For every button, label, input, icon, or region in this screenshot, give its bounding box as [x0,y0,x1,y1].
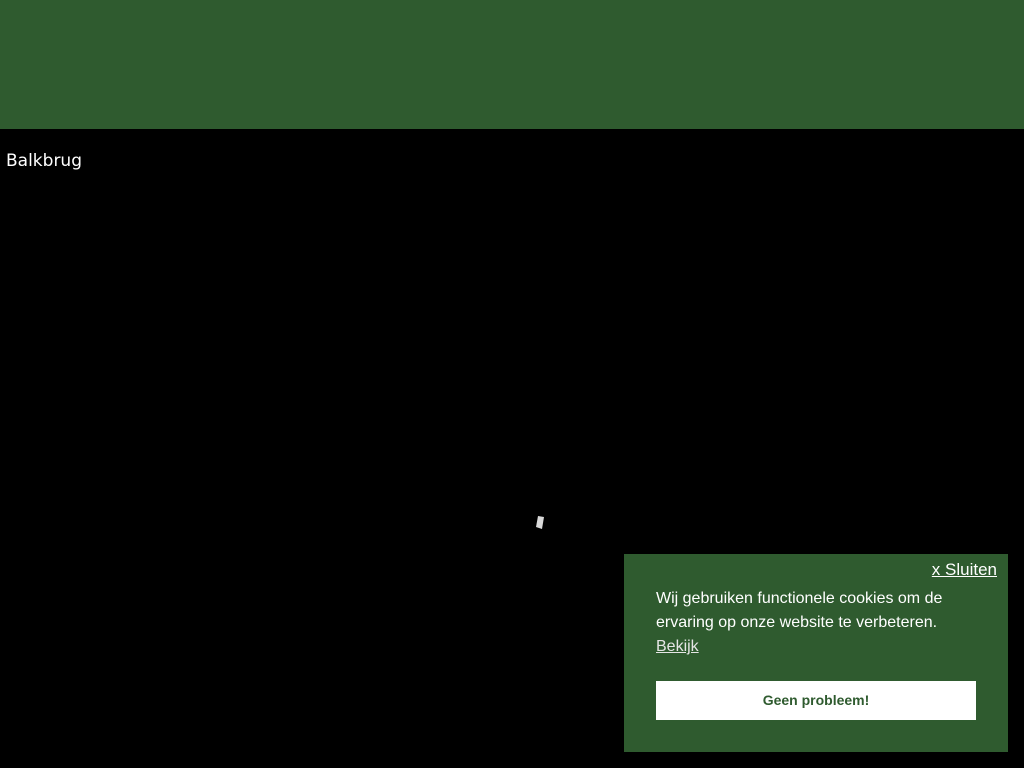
close-cookie-link[interactable]: x Sluiten [932,560,997,580]
cookie-message: Wij gebruiken functionele cookies om de … [656,587,976,659]
spinner-icon [536,516,544,529]
learn-more-link[interactable]: Bekijk [656,635,976,659]
place-label: Balkbrug [6,151,82,171]
cookie-message-text: Wij gebruiken functionele cookies om de … [656,590,943,631]
cookie-consent-panel: x Sluiten Wij gebruiken functionele cook… [624,554,1008,752]
accept-cookies-button[interactable]: Geen probleem! [656,681,976,720]
page: Balkbrug x Sluiten Wij gebruiken functio… [0,0,1024,768]
top-banner [0,0,1024,129]
